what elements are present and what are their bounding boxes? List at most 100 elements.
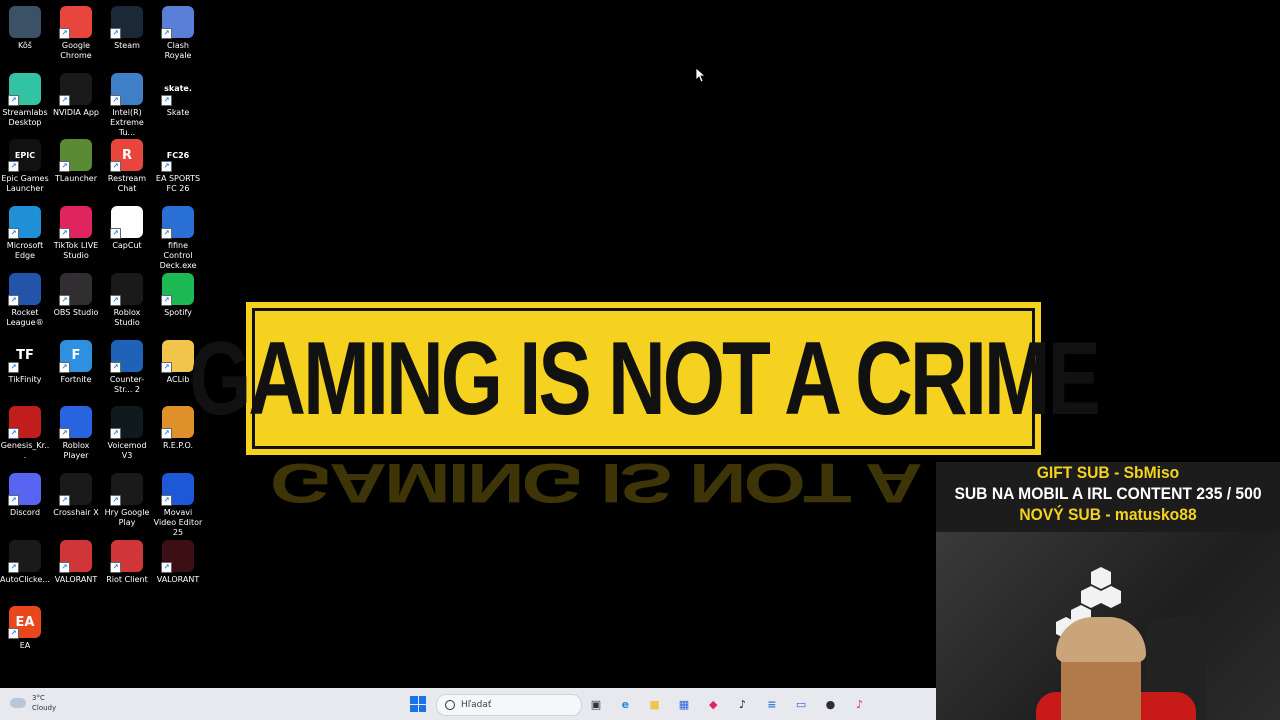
desktop-icon[interactable]: ↗ Discord: [0, 472, 50, 518]
desktop-icon[interactable]: ↗ Microsoft Edge: [0, 206, 50, 261]
new-sub-alert: NOVÝ SUB - matusko88: [1019, 505, 1197, 524]
shortcut-arrow-icon: ↗: [110, 28, 121, 39]
shortcut-arrow-icon: ↗: [59, 228, 70, 240]
file-explorer-icon[interactable]: ■: [645, 694, 665, 714]
desktop-icon-label: Roblox Player: [62, 441, 90, 461]
desktop-icon[interactable]: ↗ Streamlabs Desktop: [0, 72, 50, 128]
desktop-icon[interactable]: ↗ Voicemod V3: [102, 406, 152, 461]
desktop-icon-label: Genesis_Kr...: [0, 441, 50, 461]
desktop-icon[interactable]: ↗ OBS Studio: [51, 272, 101, 318]
overlay-alerts: GIFT SUB - SbMiso SUB NA MOBIL A IRL CON…: [936, 462, 1280, 532]
weather-text: Cloudy: [32, 704, 57, 712]
desktop-icon-label: EA SPORTS FC 26: [155, 174, 201, 194]
shortcut-arrow-icon: ↗: [8, 228, 19, 240]
obs-icon: ↗: [59, 272, 92, 306]
desktop-icon[interactable]: ↗ CapCut: [102, 206, 152, 251]
shortcut-arrow-icon: ↗: [110, 494, 121, 506]
desktop-icon[interactable]: ↗ Crosshair X: [51, 472, 101, 518]
shortcut-arrow-icon: ↗: [110, 428, 121, 440]
shortcut-arrow-icon: ↗: [59, 94, 70, 106]
spotify-icon: ↗: [161, 272, 194, 306]
desktop-icon-label: Kôš: [18, 41, 32, 50]
desktop-icon-label: Discord: [9, 507, 41, 517]
genesis-icon: ↗: [8, 406, 41, 440]
tiktok-icon[interactable]: ♪: [733, 694, 753, 714]
desktop-icon[interactable]: EPIC ↗ Epic Games Launcher: [0, 139, 50, 194]
desktop-icon[interactable]: ↗ VALORANT: [153, 539, 203, 585]
shortcut-arrow-icon: ↗: [59, 494, 70, 506]
shortcut-arrow-icon: ↗: [8, 161, 19, 173]
weather-widget[interactable]: 3°C Cloudy: [10, 693, 56, 713]
desktop-icon-label: TikFinity: [8, 374, 42, 384]
roblox-studio-icon: ↗: [110, 272, 143, 306]
desktop-icon[interactable]: ↗ Google Chrome: [51, 6, 101, 61]
start-button[interactable]: [410, 696, 426, 712]
shortcut-arrow-icon: ↗: [8, 494, 19, 506]
tlauncher-icon: ↗: [59, 139, 92, 173]
desktop-icon[interactable]: F ↗ Fortnite: [51, 339, 101, 385]
desktop-icon-label: fifine Control Deck.exe: [159, 241, 197, 271]
shortcut-arrow-icon: ↗: [59, 294, 70, 306]
desktop-icon-label: VALORANT: [54, 574, 98, 584]
gift-sub-alert: GIFT SUB - SbMiso: [1036, 463, 1180, 482]
store-icon[interactable]: ▦: [674, 694, 694, 714]
desktop-icon[interactable]: ↗ Roblox Player: [51, 406, 101, 461]
chrome-icon: ↗: [59, 6, 92, 39]
desktop-icon[interactable]: TF ↗ TikFinity: [0, 339, 50, 385]
banner-text: GAMING IS NOT A CRIME: [189, 320, 1101, 436]
shortcut-arrow-icon: ↗: [8, 361, 19, 373]
desktop-icon-label: Google Chrome: [60, 41, 92, 60]
desktop-icon[interactable]: ↗ Genesis_Kr...: [0, 406, 50, 461]
desktop-icon[interactable]: Kôš: [0, 6, 50, 51]
search-placeholder: Hľadať: [461, 700, 492, 710]
desktop-icon[interactable]: ↗ Steam: [102, 6, 152, 51]
desktop-icon[interactable]: ↗ Counter-Str... 2: [102, 339, 152, 395]
edge-taskbar-icon[interactable]: e: [615, 694, 635, 714]
desktop-icon-label: Steam: [114, 41, 140, 50]
desktop-icon[interactable]: FC26 ↗ EA SPORTS FC 26: [153, 139, 203, 194]
task-view-icon[interactable]: ▣: [586, 694, 606, 714]
shortcut-arrow-icon: ↗: [59, 428, 70, 440]
monitor-app-icon[interactable]: ▭: [791, 694, 811, 714]
desktop-icon[interactable]: ↗ Hry Google Play: [102, 472, 152, 528]
desktop-icon[interactable]: ↗ Riot Client: [102, 539, 152, 585]
desktop-icon[interactable]: R ↗ Restream Chat: [102, 139, 152, 194]
desktop-icon-label: NVIDIA App: [53, 107, 99, 117]
voicemod-icon: ↗: [110, 406, 143, 440]
desktop-icon[interactable]: ↗ Roblox Studio: [102, 272, 152, 328]
desktop-icon-label: OBS Studio: [53, 307, 99, 317]
desktop-icon-label: TikTok LIVE Studio: [53, 241, 99, 261]
desktop-icon[interactable]: ↗ fifine Control Deck.exe: [153, 206, 203, 271]
taskbar-search[interactable]: Hľadať: [436, 694, 582, 716]
ea-icon: EA ↗: [8, 606, 41, 640]
shortcut-arrow-icon: ↗: [59, 361, 70, 373]
reflection-text: GAMING IS NOT A CR: [270, 455, 936, 515]
desktop-icon[interactable]: ↗ Intel(R) Extreme Tu...: [102, 72, 152, 138]
desktop-icon[interactable]: ↗ Clash Royale: [153, 6, 203, 61]
app-red-icon[interactable]: ◆: [703, 694, 723, 714]
desktop-icon-label: Microsoft Edge: [6, 241, 44, 261]
fortnite-icon: F ↗: [59, 339, 92, 373]
wallpaper-banner: GAMING IS NOT A CRIME: [189, 302, 1101, 455]
desktop-icon[interactable]: ↗ Movavi Video Editor 25: [153, 472, 203, 538]
desktop-icon[interactable]: ↗ TLauncher: [51, 139, 101, 184]
steam-icon: ↗: [110, 6, 143, 39]
desktop-icon[interactable]: skate. ↗ Skate: [153, 72, 203, 118]
desktop-icon-label: Fortnite: [60, 374, 92, 384]
desktop-icon-label: R.E.P.O.: [162, 441, 194, 451]
shortcut-arrow-icon: ↗: [59, 28, 70, 39]
obs-taskbar-icon[interactable]: ●: [820, 694, 840, 714]
tiktok-live-taskbar-icon[interactable]: ♪: [850, 694, 870, 714]
crosshair-x-icon: ↗: [59, 472, 92, 506]
desktop-icon[interactable]: ↗ AutoClicke...: [0, 539, 50, 585]
desktop-icon[interactable]: ↗ Rocket League®: [0, 272, 50, 328]
notepad-icon[interactable]: ≡: [762, 694, 782, 714]
desktop-icon[interactable]: ↗ Spotify: [153, 272, 203, 318]
streamer-hair: [1056, 617, 1146, 662]
shortcut-arrow-icon: ↗: [8, 561, 19, 573]
desktop-icon-label: VALORANT: [156, 574, 200, 584]
desktop-icon[interactable]: ↗ NVIDIA App: [51, 72, 101, 118]
desktop-icon[interactable]: ↗ TikTok LIVE Studio: [51, 206, 101, 261]
desktop-icon[interactable]: ↗ VALORANT: [51, 539, 101, 585]
desktop-icon[interactable]: EA ↗ EA: [0, 606, 50, 651]
